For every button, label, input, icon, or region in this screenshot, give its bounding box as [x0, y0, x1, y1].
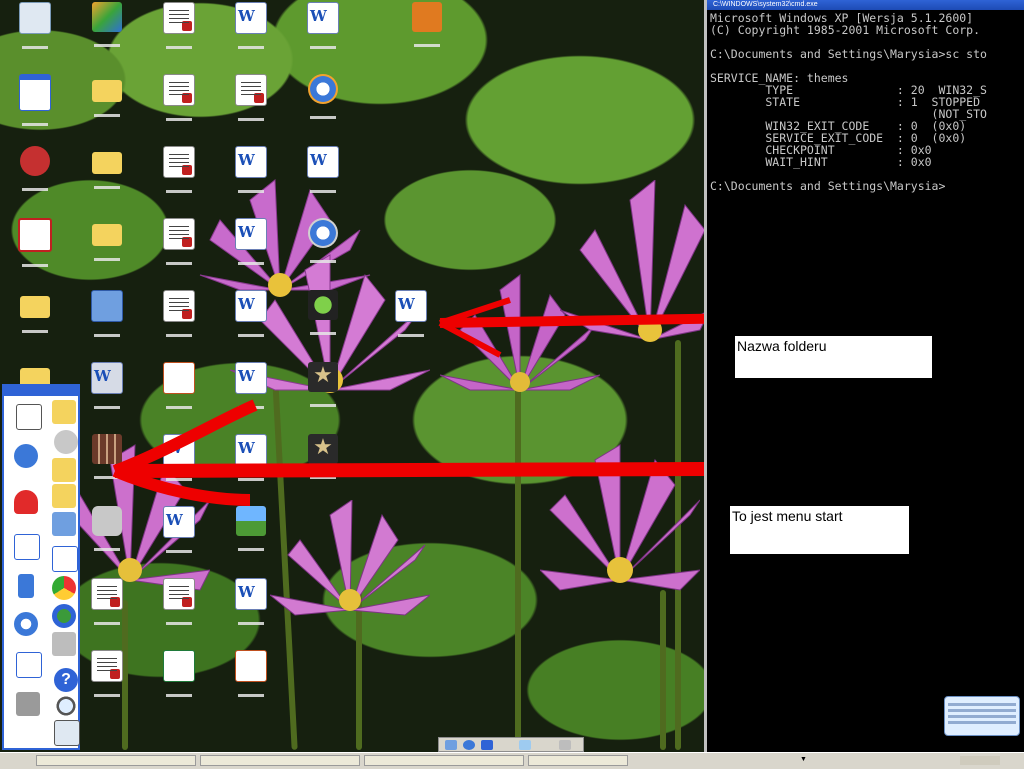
media-player-icon[interactable] [306, 74, 340, 119]
network-icon[interactable] [52, 512, 76, 536]
folder-icon[interactable] [18, 290, 52, 333]
taskbar-button[interactable] [36, 755, 196, 766]
word-document-icon[interactable] [234, 578, 268, 625]
calendar-shortcut-icon[interactable] [90, 434, 124, 479]
pdf-document-icon[interactable] [162, 74, 196, 121]
msn-butterfly-icon[interactable] [90, 2, 124, 47]
powerpoint-icon[interactable] [162, 362, 196, 409]
scanner-icon[interactable] [16, 692, 40, 716]
pdf-document-icon[interactable] [162, 2, 196, 49]
console-titlebar[interactable]: C:\WINDOWS\system32\cmd.exe [707, 0, 1024, 10]
pdf-document-icon[interactable] [90, 578, 124, 625]
word-icon[interactable] [481, 740, 493, 750]
checklist-icon[interactable] [52, 546, 78, 572]
application-icon[interactable] [410, 2, 444, 47]
word-document-icon[interactable] [306, 2, 340, 49]
usb-icon[interactable] [18, 574, 34, 598]
lily-stem [515, 380, 521, 750]
camera-shortcut-icon[interactable] [90, 506, 124, 551]
folder-icon[interactable] [52, 458, 76, 482]
word-document-icon[interactable] [234, 2, 268, 49]
pdf-document-icon[interactable] [90, 650, 124, 697]
media-player-icon[interactable] [14, 612, 38, 636]
pdf-document-icon[interactable] [234, 74, 268, 121]
word-document-icon[interactable] [234, 146, 268, 193]
search-icon[interactable] [54, 694, 78, 718]
adobe-reader-icon[interactable] [18, 218, 52, 267]
browser-icon[interactable] [463, 740, 475, 750]
start-menu-note: To jest menu start [730, 506, 909, 554]
word-document-icon[interactable] [234, 362, 268, 409]
media-player-icon[interactable] [306, 218, 340, 263]
notepad-window-icon[interactable] [16, 404, 42, 430]
picture-icon[interactable] [234, 506, 268, 551]
powerpoint-icon[interactable] [234, 650, 268, 697]
system-tray [960, 756, 1000, 765]
start-menu-titlebar [4, 386, 78, 396]
water-lily-flower [270, 500, 430, 616]
start-menu-panel: ? [2, 384, 80, 750]
folder-icon[interactable] [52, 484, 76, 508]
water-lily-flower [560, 180, 704, 342]
help-icon[interactable]: ? [54, 668, 78, 692]
desktop-wallpaper: ★ ★ [0, 0, 704, 752]
recycle-bin-icon[interactable] [18, 2, 52, 49]
green-app-icon[interactable] [306, 290, 340, 335]
pdf-document-icon[interactable] [162, 290, 196, 337]
word-document-icon[interactable] [234, 434, 268, 481]
excel-icon[interactable] [162, 650, 196, 697]
chrome-icon[interactable] [52, 576, 76, 600]
water-lily-flower [540, 444, 700, 591]
clock-icon[interactable] [54, 430, 78, 454]
word-document-icon[interactable] [234, 290, 268, 337]
taskbar-button[interactable] [528, 755, 628, 766]
star-game-icon[interactable]: ★ [306, 362, 340, 407]
printer-icon[interactable] [52, 632, 76, 656]
pdf-document-icon[interactable] [162, 218, 196, 265]
quick-launch-toolbar [438, 737, 584, 752]
taskbar-button[interactable] [364, 755, 524, 766]
word-document-icon[interactable] [162, 434, 196, 481]
folder-icon[interactable] [90, 74, 124, 117]
word-document-icon[interactable] [394, 290, 428, 337]
folder-icon[interactable] [90, 218, 124, 261]
pdf-document-icon[interactable] [162, 146, 196, 193]
my-computer-icon[interactable] [90, 290, 124, 337]
folder-icon[interactable] [90, 146, 124, 189]
pen-icon[interactable] [16, 652, 42, 678]
run-icon[interactable] [54, 720, 80, 746]
word-document-icon[interactable] [234, 218, 268, 265]
game-shortcut-icon[interactable] [18, 146, 52, 191]
pdf-document-icon[interactable] [162, 578, 196, 625]
tray-notification-popup[interactable] [944, 696, 1020, 736]
heart-icon[interactable] [14, 490, 38, 514]
folder-open-icon[interactable] [52, 400, 76, 424]
messenger-icon[interactable] [519, 740, 531, 750]
folder-name-note: Nazwa folderu [735, 336, 932, 378]
star-game-icon[interactable]: ★ [306, 434, 340, 479]
refresh-icon[interactable] [14, 444, 38, 468]
printer-icon[interactable] [559, 740, 571, 750]
word-document-icon[interactable] [90, 362, 124, 409]
word-document-icon[interactable] [162, 506, 196, 553]
window-shortcut-icon[interactable] [18, 74, 52, 126]
globe-icon[interactable] [52, 604, 76, 628]
word-icon[interactable] [14, 534, 40, 560]
taskbar: ▼ [0, 752, 1024, 769]
lily-stem [660, 590, 666, 750]
taskbar-overflow-chevron-icon[interactable]: ▼ [800, 756, 808, 765]
show-desktop-icon[interactable] [445, 740, 457, 750]
taskbar-button[interactable] [200, 755, 360, 766]
word-document-icon[interactable] [306, 146, 340, 193]
